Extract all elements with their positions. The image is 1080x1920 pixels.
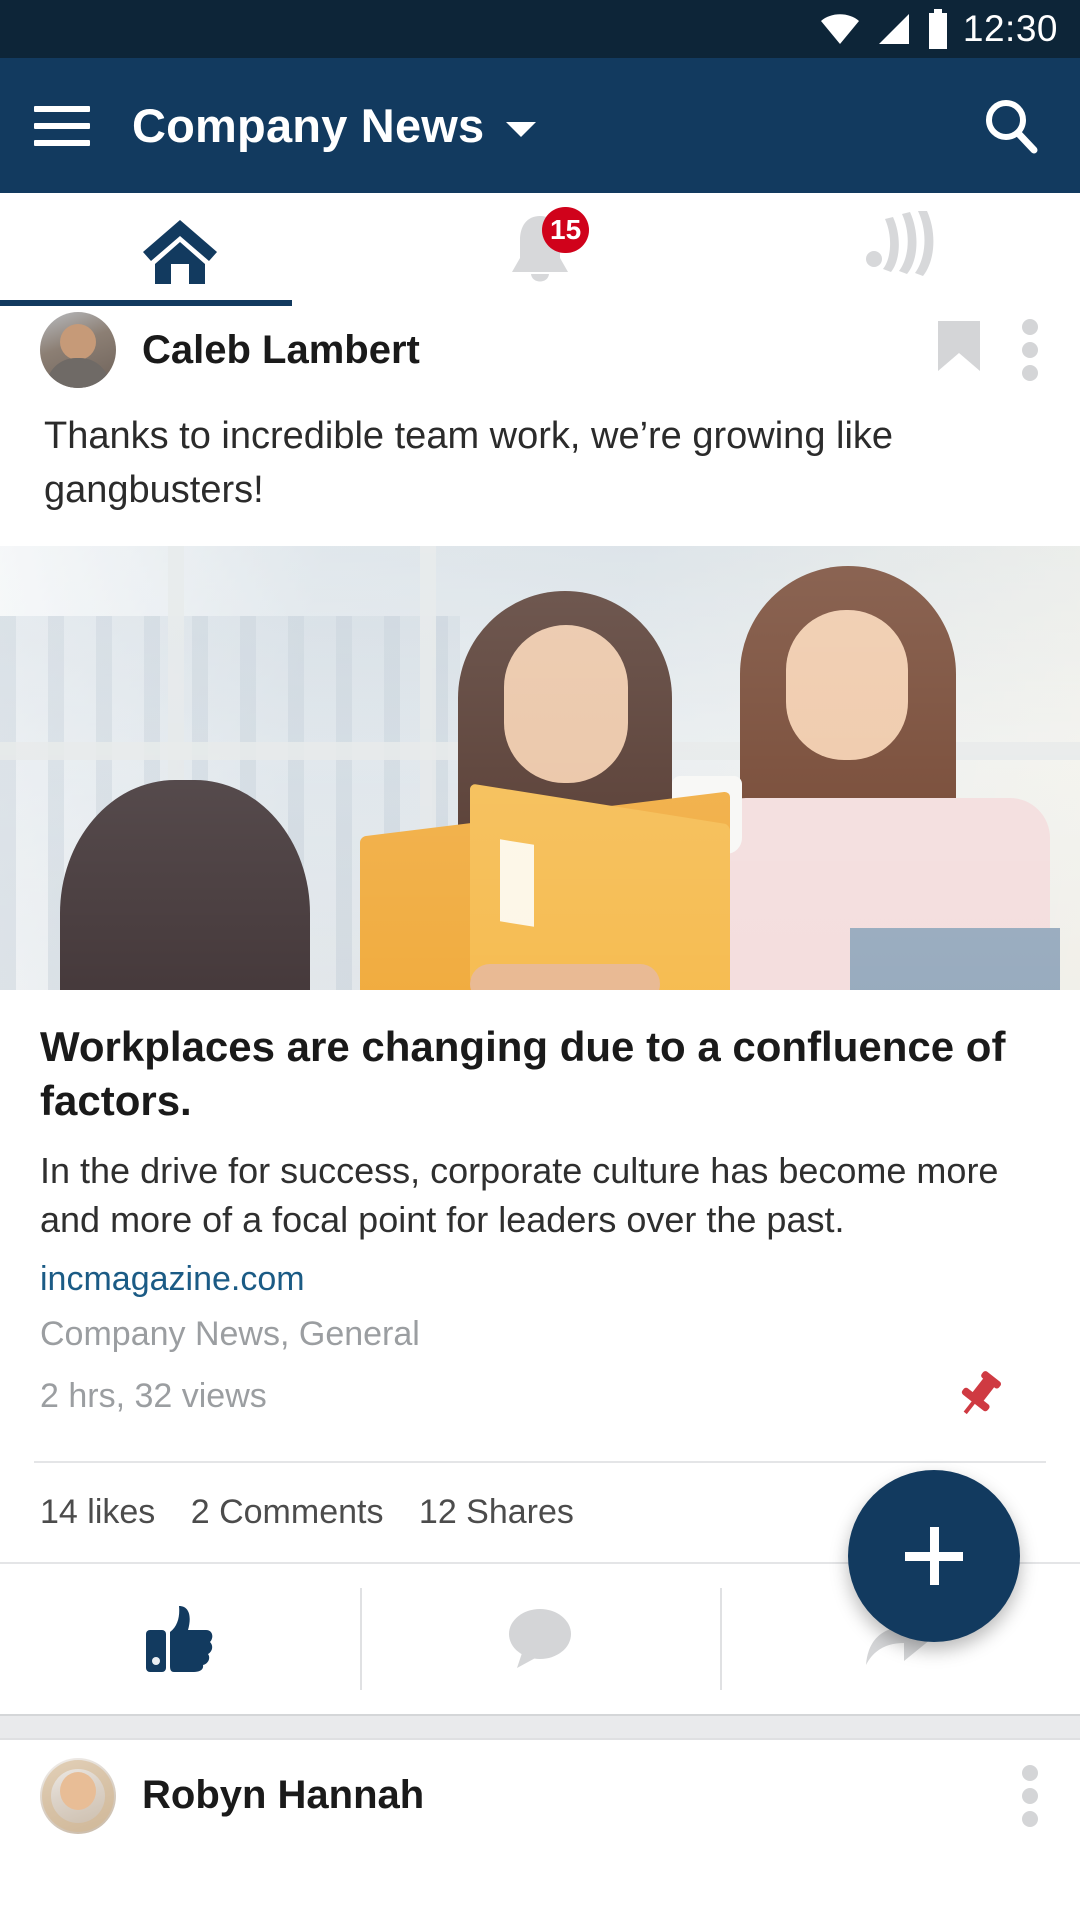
- chevron-down-icon[interactable]: [506, 122, 537, 137]
- pushpin-icon[interactable]: [954, 1368, 1006, 1425]
- plus-icon-vertical: [929, 1527, 939, 1585]
- post-author-name[interactable]: Robyn Hannah: [142, 1773, 424, 1818]
- like-count[interactable]: 14 likes: [40, 1493, 155, 1531]
- article-hero-image[interactable]: [0, 545, 1080, 990]
- broadcast-icon: [866, 210, 934, 276]
- feed-post-card: Robyn Hannah: [0, 1739, 1080, 1834]
- create-post-fab[interactable]: [848, 1470, 1020, 1642]
- tab-bar: 15: [0, 193, 1080, 306]
- post-author-name[interactable]: Caleb Lambert: [142, 328, 420, 373]
- search-icon[interactable]: [976, 91, 1046, 161]
- bookmark-icon[interactable]: [932, 321, 986, 379]
- avatar[interactable]: [40, 1757, 116, 1834]
- cellular-signal-icon: [875, 12, 913, 46]
- article-meta: 2 hrs, 32 views: [40, 1376, 267, 1415]
- wifi-icon: [819, 12, 861, 46]
- card-separator: [0, 1713, 1080, 1740]
- feed-list[interactable]: Caleb Lambert Thanks to incredible team …: [0, 306, 1080, 1920]
- tab-notifications[interactable]: 15: [360, 193, 720, 306]
- home-icon: [143, 219, 217, 284]
- status-bar-clock: 12:30: [962, 8, 1058, 49]
- avatar[interactable]: [40, 312, 116, 388]
- more-vertical-icon[interactable]: [1020, 318, 1040, 382]
- article-source-link[interactable]: incmagazine.com: [40, 1260, 1040, 1299]
- share-count[interactable]: 12 Shares: [419, 1493, 574, 1531]
- hamburger-menu-icon[interactable]: [34, 105, 90, 146]
- comment-button[interactable]: [360, 1564, 720, 1714]
- app-root: 12:30 Company News 15 Caleb Lambert Than…: [0, 0, 1080, 1920]
- more-vertical-icon[interactable]: [1020, 1764, 1040, 1828]
- post-body-text: Thanks to incredible team work, we’re gr…: [44, 415, 894, 511]
- article-title[interactable]: Workplaces are changing due to a conflue…: [40, 1020, 1040, 1128]
- article-preview[interactable]: Workplaces are changing due to a conflue…: [0, 990, 1080, 1435]
- comment-count[interactable]: 2 Comments: [191, 1493, 384, 1531]
- status-bar: 12:30: [0, 0, 1080, 58]
- like-button[interactable]: [0, 1564, 360, 1714]
- page-title[interactable]: Company News: [132, 98, 484, 153]
- article-meta-row: 2 hrs, 32 views: [40, 1368, 1040, 1435]
- article-categories: Company News, General: [40, 1314, 420, 1353]
- thumbs-up-icon: [146, 1605, 213, 1672]
- battery-icon: [927, 9, 949, 49]
- post-header: Caleb Lambert: [0, 306, 1080, 388]
- article-description: In the drive for success, corporate cult…: [40, 1150, 999, 1240]
- tab-home[interactable]: [0, 193, 360, 306]
- notification-badge: 15: [542, 207, 590, 253]
- app-bar: Company News: [0, 58, 1080, 193]
- comment-bubble-icon: [509, 1608, 571, 1668]
- post-header: Robyn Hannah: [0, 1740, 1080, 1834]
- tab-broadcast[interactable]: [720, 193, 1080, 306]
